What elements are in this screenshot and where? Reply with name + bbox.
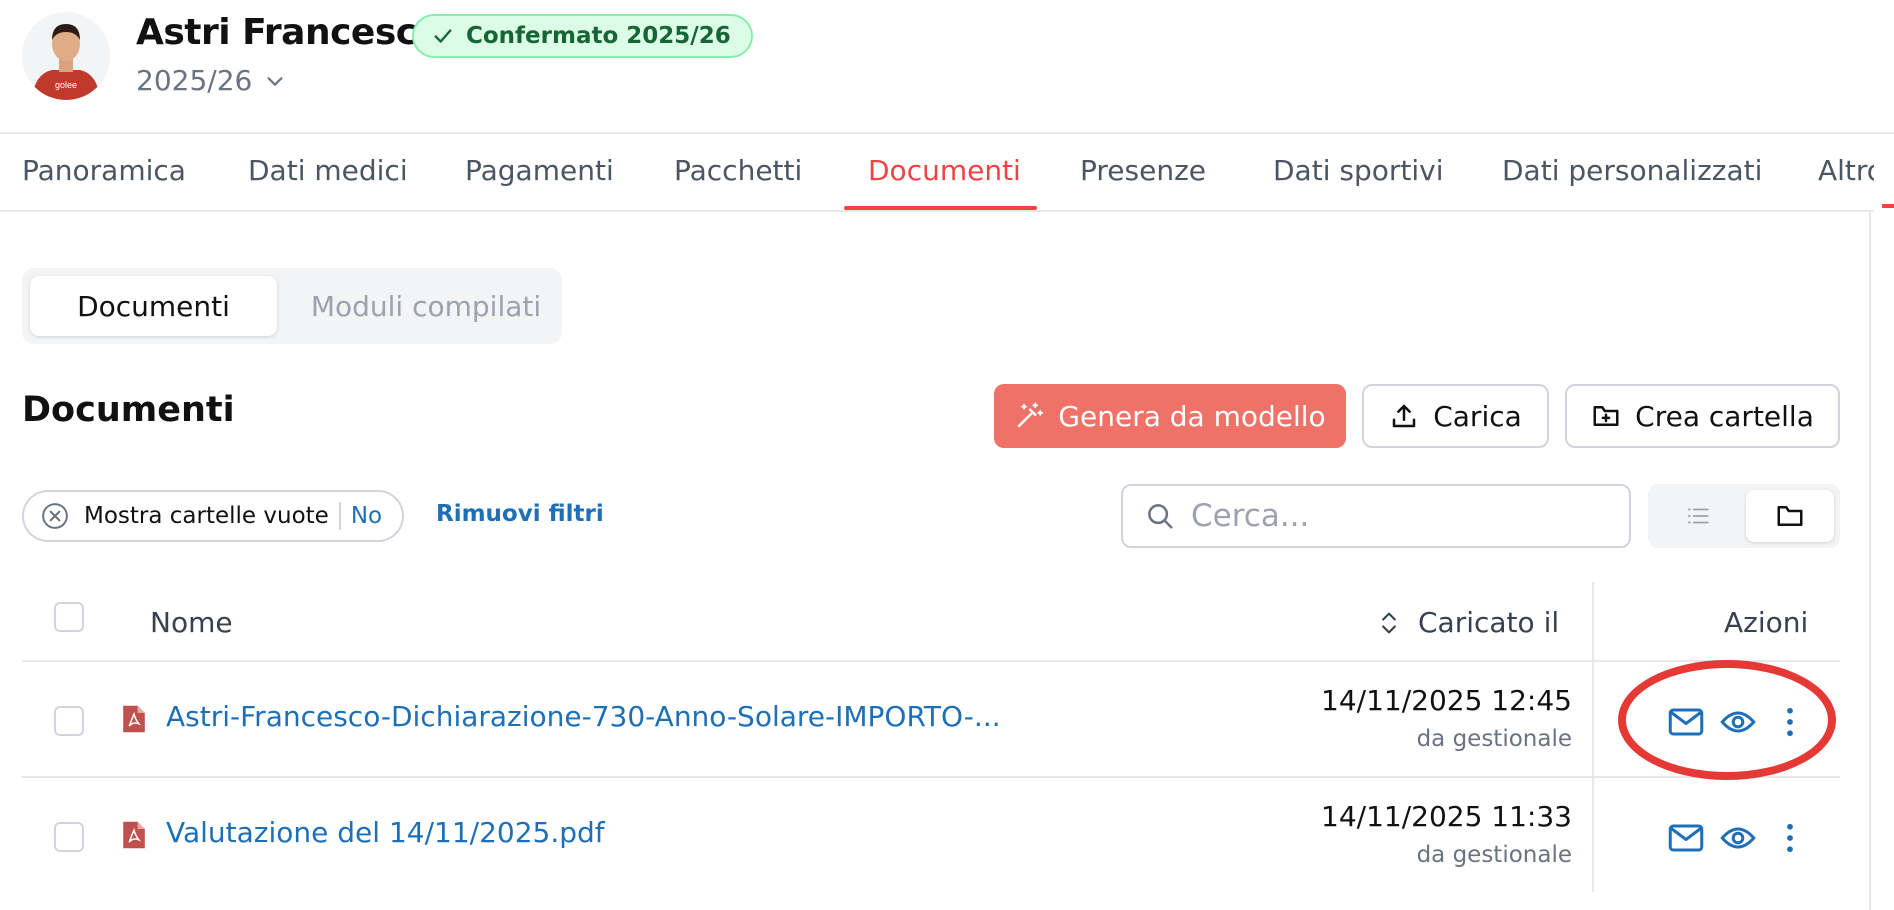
content-right-border — [1869, 212, 1871, 910]
column-header-actions: Azioni — [1724, 606, 1809, 639]
list-view-button[interactable] — [1654, 490, 1742, 542]
generate-from-template-button[interactable]: Genera da modello — [994, 384, 1346, 448]
close-circle-icon[interactable] — [40, 501, 70, 531]
document-source: da gestionale — [1416, 842, 1572, 868]
tab-pacchetti[interactable]: Pacchetti — [674, 154, 802, 187]
table-header: Nome Caricato il Azioni — [22, 582, 1840, 662]
player-name: Astri Francesco — [136, 12, 441, 53]
status-badge-label: Confermato 2025/26 — [466, 23, 731, 49]
season-label: 2025/26 — [136, 64, 253, 97]
upload-icon — [1392, 404, 1416, 428]
tab-altro[interactable]: Altro — [1818, 154, 1874, 187]
tab-panoramica[interactable]: Panoramica — [22, 154, 186, 187]
segment-documenti[interactable]: Documenti — [30, 276, 277, 336]
pdf-file-icon — [123, 705, 145, 733]
document-source: da gestionale — [1416, 726, 1572, 752]
avatar[interactable]: golee — [22, 12, 110, 100]
folder-view-button[interactable] — [1746, 490, 1834, 542]
pdf-file-icon — [123, 821, 145, 849]
section-title: Documenti — [22, 390, 235, 430]
check-icon — [434, 29, 452, 43]
folder-plus-icon — [1593, 406, 1619, 426]
search-input[interactable] — [1191, 498, 1611, 534]
create-folder-label: Crea cartella — [1635, 399, 1814, 433]
remove-filters-link[interactable]: Rimuovi filtri — [436, 501, 604, 527]
profile-header: golee Astri Francesco Confermato 2025/26… — [0, 0, 1894, 134]
season-selector[interactable]: 2025/26 — [136, 64, 286, 97]
list-icon — [1688, 508, 1709, 524]
document-date: 14/11/2025 11:33 — [1321, 800, 1572, 833]
upload-button[interactable]: Carica — [1362, 384, 1549, 448]
document-date: 14/11/2025 12:45 — [1321, 684, 1572, 717]
select-all-checkbox[interactable] — [54, 602, 84, 632]
view-mode-toggle — [1648, 484, 1840, 548]
avatar-shirt-text: golee — [55, 80, 77, 90]
column-header-uploaded-label: Caricato il — [1418, 606, 1560, 639]
annotation-highlight-ellipse — [1618, 660, 1836, 780]
column-header-uploaded[interactable]: Caricato il — [1378, 606, 1559, 639]
avatar-portrait-icon: golee — [22, 12, 110, 100]
table-row[interactable]: Valutazione del 14/11/2025.pdf 14/11/202… — [22, 780, 1840, 894]
more-actions-button[interactable] — [1768, 816, 1812, 860]
chip-separator — [338, 502, 341, 530]
row-checkbox[interactable] — [54, 822, 84, 852]
segment-moduli-compilati[interactable]: Moduli compilati — [290, 276, 562, 336]
search-icon — [1148, 504, 1173, 529]
empty-folders-filter-label: Mostra cartelle vuote — [84, 503, 329, 529]
tabs-scroll-indicator — [1882, 204, 1894, 208]
active-tab-indicator — [844, 206, 1037, 210]
view-document-button[interactable] — [1716, 816, 1760, 860]
send-email-button[interactable] — [1664, 816, 1708, 860]
upload-label: Carica — [1433, 399, 1522, 433]
more-vertical-icon — [1787, 823, 1793, 853]
document-link[interactable]: Valutazione del 14/11/2025.pdf — [166, 816, 605, 849]
tab-dati-personalizzati[interactable]: Dati personalizzati — [1502, 154, 1762, 187]
empty-folders-filter-value: No — [350, 503, 383, 529]
table-row[interactable]: Astri-Francesco-Dichiarazione-730-Anno-S… — [22, 664, 1840, 778]
tab-documenti[interactable]: Documenti — [868, 154, 1021, 187]
documents-table: Nome Caricato il Azioni Astri-Francesco-… — [22, 582, 1840, 892]
sort-icon — [1382, 612, 1396, 633]
chevron-down-icon — [267, 76, 283, 86]
search-box[interactable] — [1121, 484, 1631, 548]
document-link[interactable]: Astri-Francesco-Dichiarazione-730-Anno-S… — [166, 700, 1001, 733]
tab-dati-sportivi[interactable]: Dati sportivi — [1273, 154, 1444, 187]
status-badge: Confermato 2025/26 — [412, 14, 753, 58]
create-folder-button[interactable]: Crea cartella — [1565, 384, 1840, 448]
eye-icon — [1720, 827, 1756, 849]
documents-segmented-control: Documenti Moduli compilati — [22, 268, 562, 344]
empty-folders-filter-chip[interactable]: Mostra cartelle vuote No — [22, 490, 404, 542]
actions-column-divider — [1592, 582, 1594, 892]
row-checkbox[interactable] — [54, 706, 84, 736]
magic-wand-icon — [1018, 402, 1044, 428]
tab-presenze[interactable]: Presenze — [1080, 154, 1206, 187]
generate-from-template-label: Genera da modello — [1058, 399, 1326, 433]
mail-icon — [1668, 824, 1704, 852]
column-header-name[interactable]: Nome — [150, 606, 233, 639]
tab-pagamenti[interactable]: Pagamenti — [465, 154, 614, 187]
profile-tabs: Panoramica Dati medici Pagamenti Pacchet… — [0, 136, 1874, 212]
folder-icon — [1777, 506, 1803, 526]
tab-dati-medici[interactable]: Dati medici — [248, 154, 408, 187]
